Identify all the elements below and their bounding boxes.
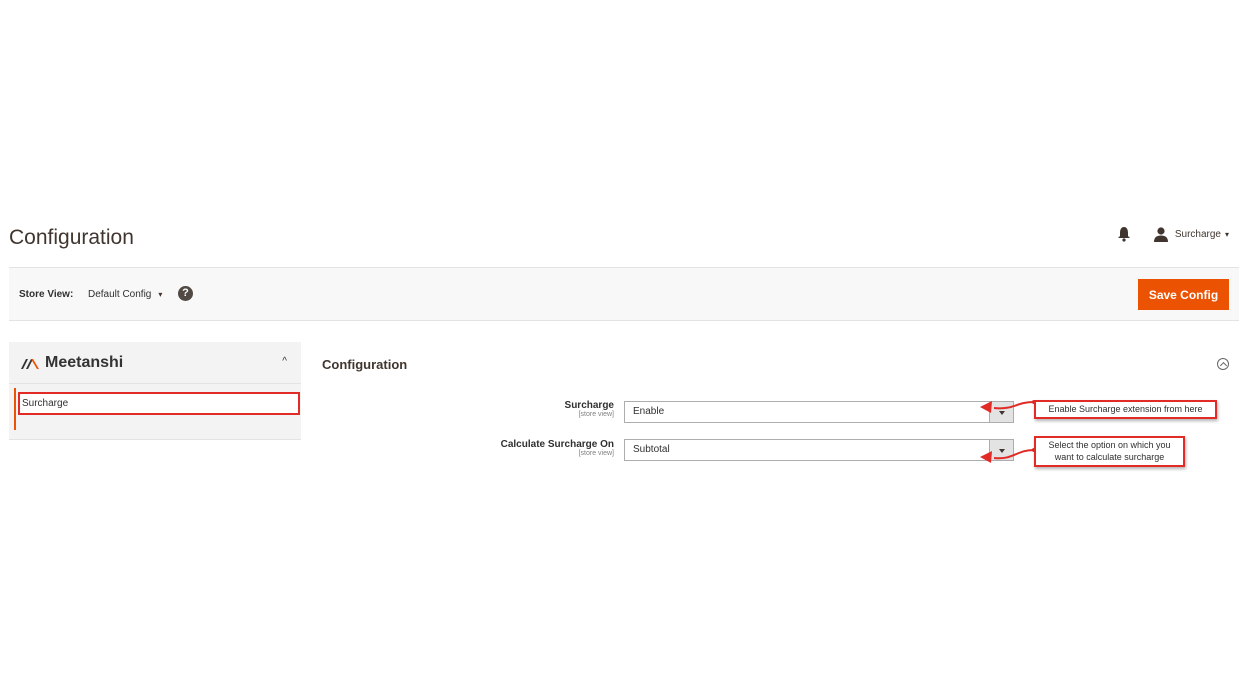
sidebar-tab-meetanshi[interactable]: Meetanshi ^ — [9, 342, 301, 384]
annotation-calculate-on: Select the option on which you want to c… — [1034, 436, 1185, 467]
header-actions: Surcharge ▾ — [1117, 226, 1229, 242]
calculate-on-select-value: Subtotal — [633, 444, 670, 455]
annotation-line: want to calculate surcharge — [1054, 452, 1165, 462]
sidebar-items: Surcharge — [9, 384, 301, 440]
sidebar-item-surcharge[interactable]: Surcharge — [18, 392, 300, 415]
user-icon — [1153, 226, 1169, 242]
config-sidebar: Meetanshi ^ Surcharge — [9, 342, 301, 440]
chevron-up-icon[interactable]: ^ — [282, 356, 287, 367]
surcharge-scope-label: [store view] — [578, 411, 614, 418]
annotation-line: Select the option on which you — [1048, 440, 1171, 450]
calculate-on-scope-label: [store view] — [578, 450, 614, 457]
section-title[interactable]: Configuration — [322, 357, 407, 372]
surcharge-select[interactable]: Enable — [624, 401, 1014, 423]
active-indicator — [14, 388, 16, 430]
section-collapse-icon[interactable] — [1217, 358, 1229, 370]
help-icon[interactable]: ? — [178, 286, 193, 301]
store-view-bar: Store View: Default Config ▾ ? Save Conf… — [9, 267, 1239, 321]
page-title: Configuration — [9, 226, 134, 249]
store-view-label: Store View: — [19, 289, 74, 300]
surcharge-select-value: Enable — [633, 406, 665, 417]
calculate-on-select[interactable]: Subtotal — [624, 439, 1014, 461]
meetanshi-logo-icon — [21, 358, 39, 369]
store-view-selected: Default Config — [88, 289, 152, 300]
chevron-down-icon: ▾ — [158, 290, 163, 299]
annotation-arrow-icon — [980, 448, 1036, 463]
surcharge-field-label: Surcharge [store view] — [354, 400, 614, 418]
annotation-arrow-icon — [980, 400, 1036, 413]
calculate-on-field-label: Calculate Surcharge On [store view] — [354, 439, 614, 457]
save-config-button[interactable]: Save Config — [1138, 279, 1229, 310]
sidebar-brand-name: Meetanshi — [45, 353, 124, 371]
notifications-bell-icon[interactable] — [1117, 226, 1131, 242]
admin-user-name: Surcharge — [1174, 228, 1221, 240]
admin-user-menu[interactable]: Surcharge ▾ — [1153, 226, 1229, 242]
store-view-switcher[interactable]: Default Config ▾ — [88, 289, 162, 300]
chevron-down-icon: ▾ — [1224, 229, 1229, 239]
annotation-enable-surcharge: Enable Surcharge extension from here — [1034, 400, 1217, 419]
